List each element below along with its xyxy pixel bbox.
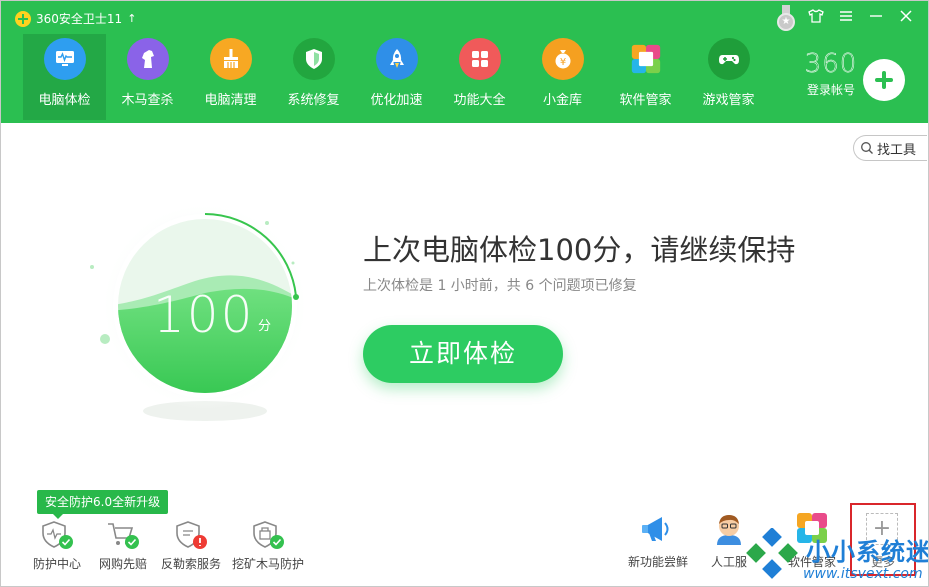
nav-computer-clean[interactable]: 电脑清理 [189,34,272,120]
shopping-guarantee[interactable]: 网购先赔 [99,519,147,572]
minimize-icon[interactable] [866,8,886,28]
protection-center[interactable]: 防护中心 [33,519,81,572]
protection-upgrade-tip[interactable]: 安全防护6.0全新升级 [37,490,169,519]
nav-game-manager[interactable]: 游戏管家 [687,34,770,120]
account-area[interactable]: 360 登录帐号 [796,49,866,98]
header-bar: 360安全卫士11 ↑ ★ 电脑体检 木马查杀 电脑清理 系统修复 优化加速 功… [1,1,928,123]
nav-label: 木马查杀 [121,93,174,108]
nav-optimize[interactable]: 优化加速 [355,34,438,120]
close-icon[interactable] [896,8,916,28]
grid-icon [458,38,501,80]
nav-software-manager[interactable]: 软件管家 [604,34,687,120]
computer-check-icon [43,38,86,80]
360-logo-icon [15,10,31,27]
search-icon [861,142,873,154]
rocket-icon [375,38,418,80]
mining-trojan-protection[interactable]: 挖矿木马防护 [232,519,304,572]
nav-label: 电脑体检 [38,93,91,108]
nav-label: 小金库 [542,93,582,108]
result-subline: 上次体检是 1 小时前，共 6 个问题项已修复 [363,278,637,294]
shield-icon [292,38,335,80]
skin-icon[interactable] [806,8,826,28]
mining-protection-label: 挖矿木马防护 [232,557,305,571]
shopping-guarantee-label: 网购先赔 [99,557,148,571]
nav-treasury[interactable]: ¥ 小金库 [521,34,604,120]
main-nav: 电脑体检 木马查杀 电脑清理 系统修复 优化加速 功能大全 ¥ 小金库 软件管家… [23,34,770,120]
nav-label: 系统修复 [287,93,340,108]
anti-ransom-label: 反勒索服务 [161,557,222,571]
score-value: 100 [153,286,255,344]
app-title: 360安全卫士11 ↑ [15,10,136,27]
window-controls: ★ [776,5,916,31]
protection-center-icon [42,521,73,549]
shopping-cart-icon [108,523,139,549]
find-tool-label: 找工具 [877,142,917,158]
nav-label: 功能大全 [453,93,506,108]
check-now-button[interactable]: 立即体检 [363,325,563,383]
nav-system-repair[interactable]: 系统修复 [272,34,355,120]
mining-protection-icon [253,521,284,549]
software-icon [625,38,667,80]
brand-360: 360 [804,49,858,80]
watermark-text: 小小系统迷 [806,538,929,566]
update-arrow-icon[interactable]: ↑ [127,12,136,25]
nav-label: 优化加速 [370,93,423,108]
site-watermark: 小小系统迷 www.itsvext.com [741,527,929,586]
login-label[interactable]: 登录帐号 [796,81,866,98]
gamepad-icon [707,38,750,80]
watermark-url: www.itsvext.com [803,566,923,582]
nav-label: 电脑清理 [204,93,257,108]
new-features-tool[interactable]: 新功能尝鲜 [628,509,688,570]
app-title-text: 360安全卫士11 [36,12,123,26]
login-plus-icon[interactable] [863,59,905,101]
megaphone-icon [642,517,669,541]
nav-label: 游戏管家 [702,93,755,108]
menu-icon[interactable] [836,8,856,28]
nav-computer-check[interactable]: 电脑体检 [23,34,106,120]
money-bag-icon: ¥ [541,38,584,80]
anti-ransom-icon [176,521,207,549]
anti-ransom-service[interactable]: 反勒索服务 [161,519,221,572]
score-unit: 分 [258,319,272,334]
protection-center-label: 防护中心 [33,557,82,571]
nav-label: 软件管家 [619,93,672,108]
broom-icon [209,38,252,80]
find-tool-search[interactable]: 找工具 [853,135,927,161]
nav-trojan-scan[interactable]: 木马查杀 [106,34,189,120]
nav-all-features[interactable]: 功能大全 [438,34,521,120]
horse-icon [126,38,169,80]
watermark-logo-icon [746,527,798,579]
result-headline: 上次电脑体检100分，请继续保持 [363,233,796,267]
new-features-label: 新功能尝鲜 [628,555,689,569]
main-window: 360安全卫士11 ↑ ★ 电脑体检 木马查杀 电脑清理 系统修复 优化加速 功… [0,0,929,587]
medal-icon[interactable]: ★ [776,5,796,31]
svg-text:¥: ¥ [559,57,565,68]
